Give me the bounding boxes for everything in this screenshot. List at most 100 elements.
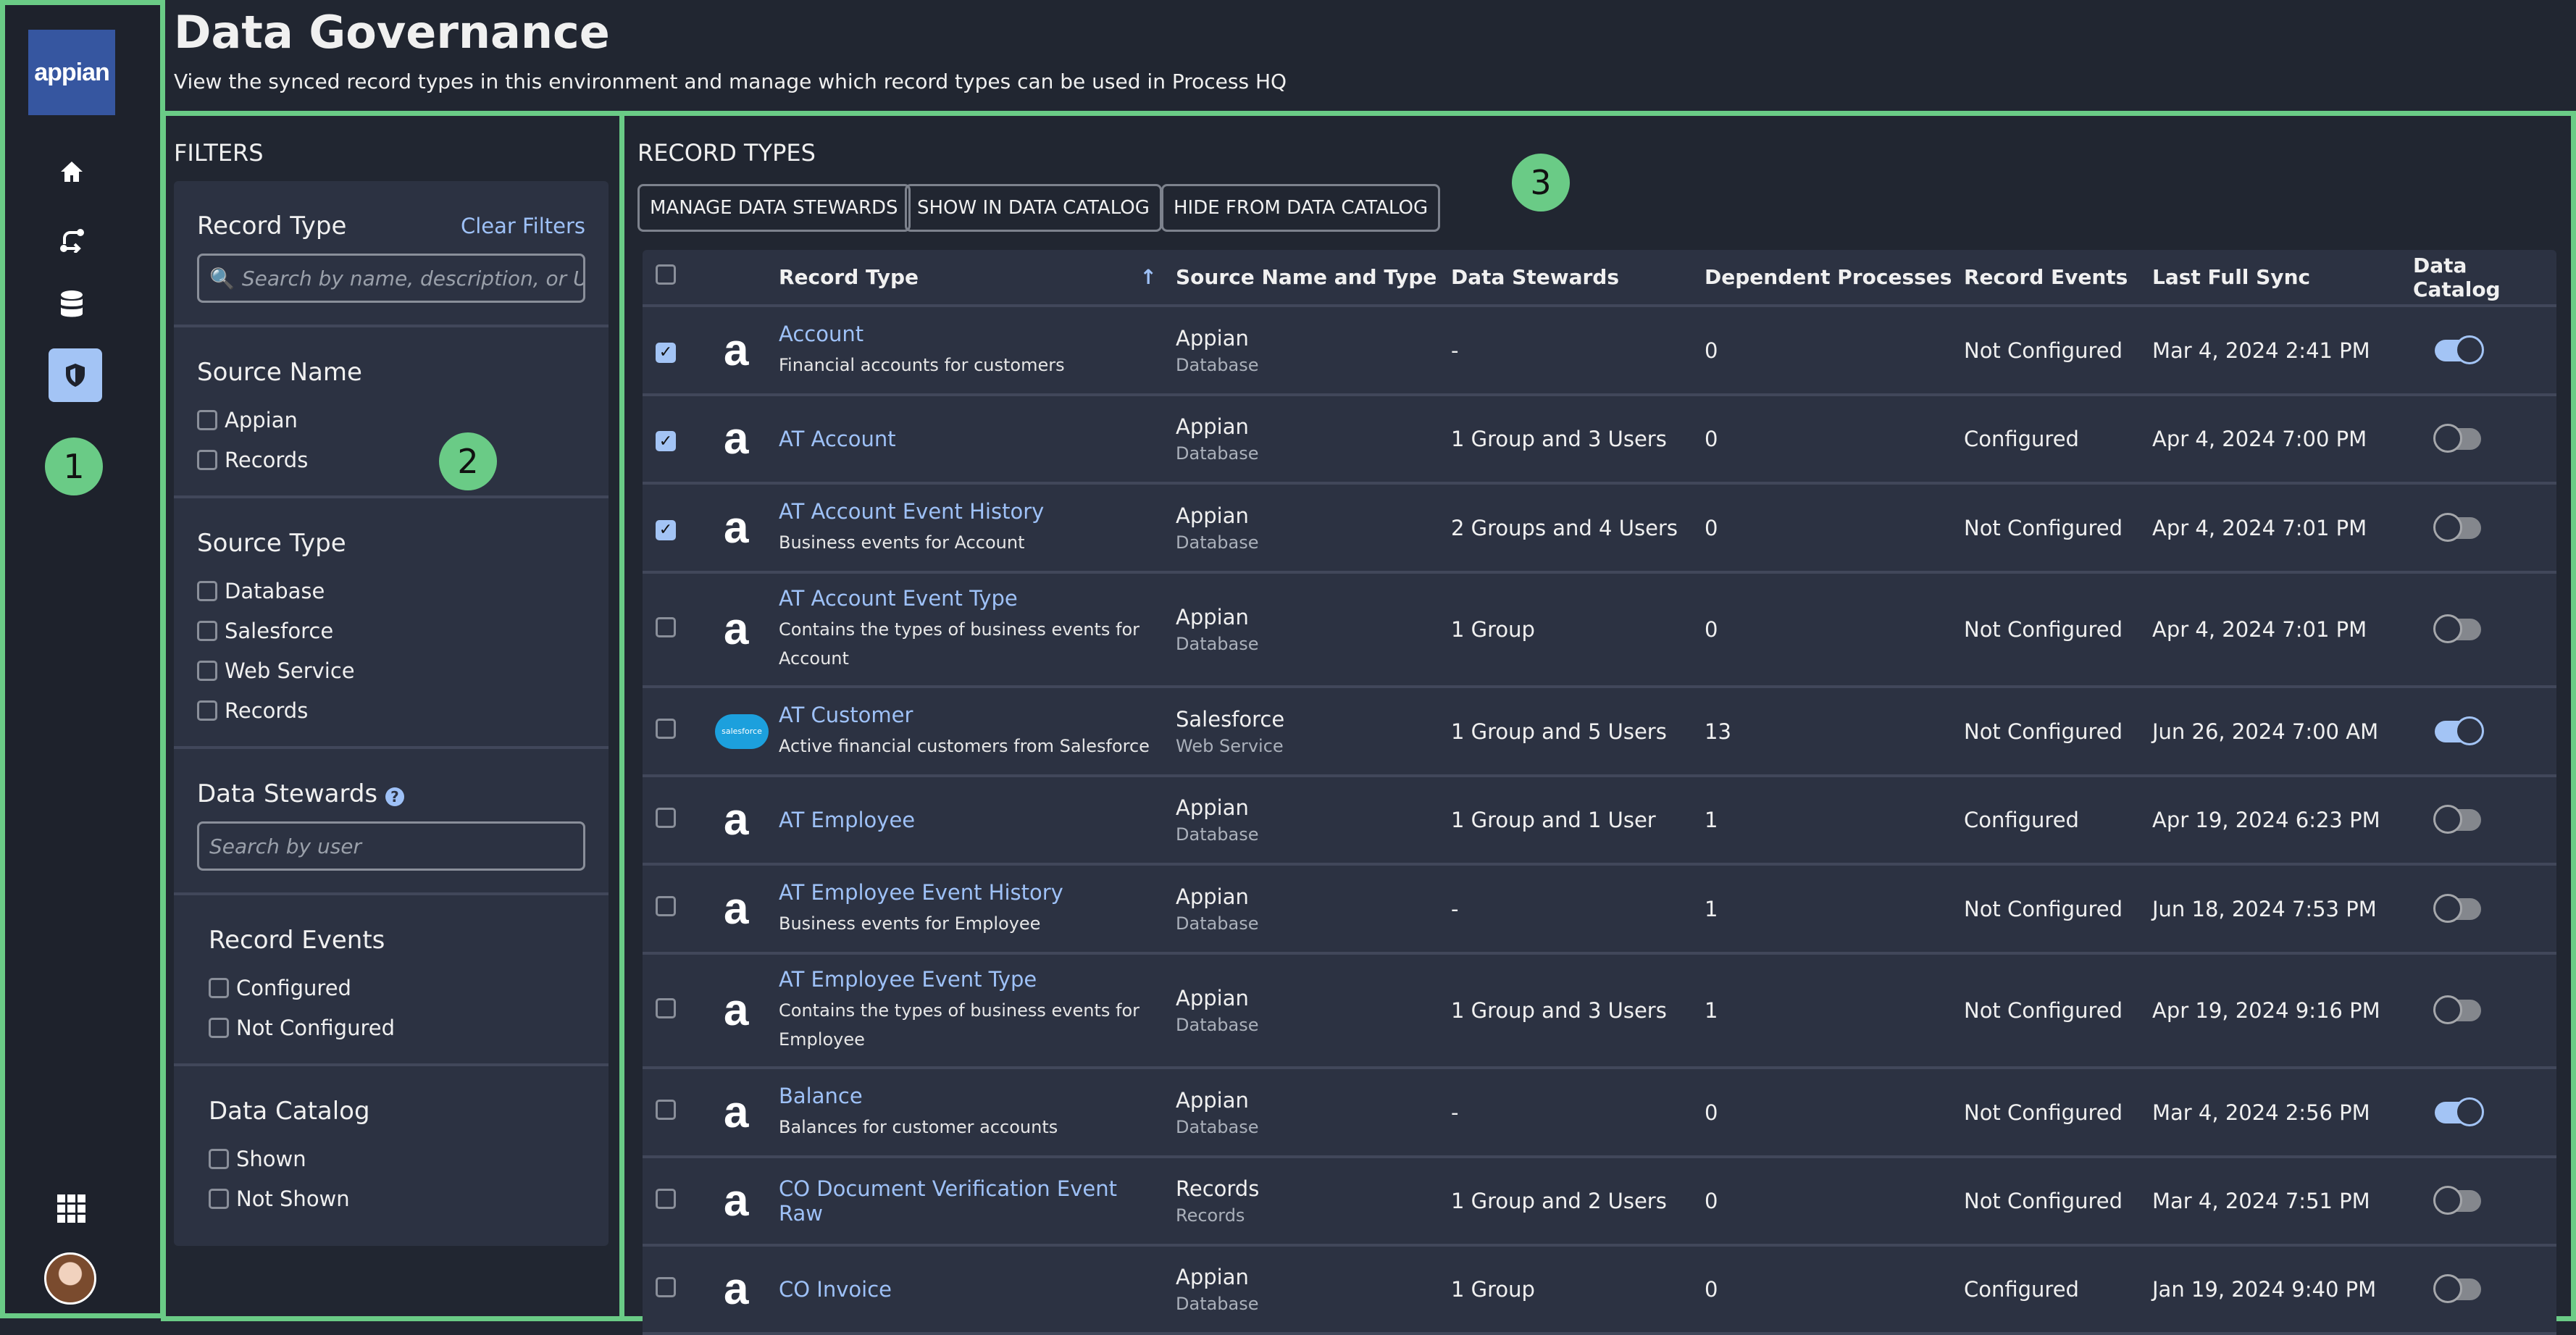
row-checkbox[interactable]: [656, 719, 676, 739]
user-avatar[interactable]: [44, 1252, 96, 1305]
record-type-link[interactable]: AT Account: [779, 427, 896, 451]
column-last-full-sync[interactable]: Last Full Sync: [2144, 265, 2404, 289]
column-record-type[interactable]: Record Type ↑: [770, 265, 1167, 289]
data-stewards-filter: Data Stewards ? Search by user: [174, 749, 609, 895]
record-type-link[interactable]: AT Account Event Type: [779, 586, 1018, 611]
checkbox[interactable]: [209, 977, 229, 998]
table-row[interactable]: ✓ a AT Account Event History Business eve…: [643, 485, 2556, 574]
source-type: Database: [1176, 1294, 1259, 1314]
last-full-sync: Apr 19, 2024 6:23 PM: [2152, 808, 2380, 832]
data-catalog-toggle[interactable]: [2435, 335, 2484, 364]
clear-filters-link[interactable]: Clear Filters: [461, 214, 585, 238]
table-row[interactable]: salesforce AT Customer Active financial c…: [643, 688, 2556, 777]
row-checkbox[interactable]: [656, 896, 676, 916]
manage-data-stewards-button[interactable]: MANAGE DATA STEWARDS: [637, 184, 911, 232]
row-checkbox[interactable]: [656, 616, 676, 637]
checkbox[interactable]: [197, 700, 217, 721]
record-type-search-input[interactable]: 🔍Search by name, description, or UUID: [197, 254, 585, 303]
source-name-option[interactable]: Appian: [197, 400, 585, 440]
record-type-link[interactable]: AT Employee: [779, 808, 915, 832]
option-label: Records: [225, 698, 309, 723]
record-type-link[interactable]: CO Invoice: [779, 1277, 892, 1302]
row-checkbox[interactable]: [656, 1100, 676, 1120]
database-icon[interactable]: [49, 281, 95, 327]
checkbox[interactable]: [209, 1188, 229, 1209]
source-name-option[interactable]: Records: [197, 440, 585, 480]
shield-icon[interactable]: [49, 348, 102, 402]
data-catalog-toggle[interactable]: [2433, 424, 2481, 453]
checkbox[interactable]: [209, 1148, 229, 1169]
data-catalog-toggle[interactable]: [2433, 1186, 2481, 1215]
home-icon[interactable]: [49, 148, 95, 195]
record-type-link[interactable]: AT Employee Event History: [779, 880, 1063, 905]
data-stewards: 1 Group and 5 Users: [1451, 719, 1667, 744]
table-row[interactable]: a Balance Balances for customer accounts …: [643, 1069, 2556, 1158]
checkbox[interactable]: [197, 660, 217, 681]
record-events: Not Configured: [1964, 338, 2123, 363]
dependent-processes: 0: [1705, 617, 1718, 642]
table-row[interactable]: a AT Employee Event History Business even…: [643, 866, 2556, 955]
row-checkbox[interactable]: ✓: [656, 342, 676, 363]
sort-ascending-icon[interactable]: ↑: [1140, 265, 1157, 289]
column-data-stewards[interactable]: Data Stewards: [1442, 265, 1696, 289]
data-catalog-option[interactable]: Shown: [209, 1139, 585, 1179]
source-type-option[interactable]: Database: [197, 571, 585, 611]
row-checkbox[interactable]: ✓: [656, 431, 676, 452]
source-type-option[interactable]: Records: [197, 690, 585, 730]
column-record-events[interactable]: Record Events: [1955, 265, 2144, 289]
row-checkbox[interactable]: [656, 1188, 676, 1209]
select-all-checkbox[interactable]: [656, 264, 676, 285]
data-catalog-option[interactable]: Not Shown: [209, 1179, 585, 1218]
data-catalog-toggle[interactable]: [2435, 1097, 2484, 1126]
record-type-link[interactable]: CO Document Verification Event Raw: [779, 1176, 1117, 1226]
source-type-option[interactable]: Web Service: [197, 650, 585, 690]
data-catalog-toggle[interactable]: [2433, 614, 2481, 643]
table-row[interactable]: ✓ a Account Financial accounts for custom…: [643, 307, 2556, 396]
row-checkbox[interactable]: [656, 997, 676, 1018]
source-name: Appian: [1176, 986, 1249, 1010]
data-catalog-toggle[interactable]: [2433, 995, 2481, 1024]
table-row[interactable]: a AT Employee Appian Database 1 Group and…: [643, 777, 2556, 866]
source-type: Database: [1176, 1015, 1259, 1035]
checkbox[interactable]: [197, 449, 217, 470]
checkbox[interactable]: [209, 1017, 229, 1038]
data-catalog-label: Data Catalog: [209, 1097, 370, 1126]
hide-from-data-catalog-button[interactable]: HIDE FROM DATA CATALOG: [1161, 184, 1441, 232]
record-events-option[interactable]: Not Configured: [209, 1008, 585, 1047]
option-label: Configured: [236, 975, 351, 1000]
table-row[interactable]: a AT Employee Event Type Contains the typ…: [643, 955, 2556, 1069]
data-catalog-toggle[interactable]: [2433, 512, 2481, 542]
row-checkbox[interactable]: ✓: [656, 519, 676, 540]
record-type-link[interactable]: Balance: [779, 1084, 863, 1108]
column-dependent-processes[interactable]: Dependent Processes: [1696, 265, 1955, 289]
record-type-link[interactable]: AT Customer: [779, 703, 913, 727]
table-row[interactable]: a CO Document Verification Event Raw Rec…: [643, 1158, 2556, 1247]
show-in-data-catalog-button[interactable]: SHOW IN DATA CATALOG: [905, 184, 1162, 232]
row-checkbox[interactable]: [656, 807, 676, 828]
data-catalog-toggle[interactable]: [2433, 1274, 2481, 1303]
record-type-link[interactable]: AT Employee Event Type: [779, 967, 1037, 992]
apps-grid-icon[interactable]: [49, 1186, 95, 1232]
column-data-catalog[interactable]: Data Catalog: [2404, 254, 2556, 301]
column-source[interactable]: Source Name and Type: [1167, 265, 1442, 289]
table-row[interactable]: a CO Invoice Appian Database 1 Group 0 Co…: [643, 1247, 2556, 1335]
record-events: Not Configured: [1964, 1100, 2123, 1125]
row-checkbox[interactable]: [656, 1276, 676, 1297]
data-catalog-toggle[interactable]: [2433, 893, 2481, 923]
appian-logo[interactable]: appian: [28, 30, 115, 115]
checkbox[interactable]: [197, 580, 217, 601]
source-type-option[interactable]: Salesforce: [197, 611, 585, 650]
source-type: Database: [1176, 1116, 1259, 1137]
record-type-link[interactable]: AT Account Event History: [779, 499, 1044, 524]
data-catalog-toggle[interactable]: [2433, 805, 2481, 834]
record-events-option[interactable]: Configured: [209, 968, 585, 1008]
data-stewards-search-input[interactable]: Search by user: [197, 821, 585, 871]
help-icon[interactable]: ?: [385, 787, 404, 806]
record-type-link[interactable]: Account: [779, 322, 863, 346]
table-row[interactable]: ✓ a AT Account Appian Database 1 Group an…: [643, 396, 2556, 485]
table-row[interactable]: a AT Account Event Type Contains the type…: [643, 574, 2556, 688]
data-catalog-toggle[interactable]: [2435, 716, 2484, 745]
process-flow-icon[interactable]: [49, 217, 95, 263]
checkbox[interactable]: [197, 409, 217, 430]
checkbox[interactable]: [197, 620, 217, 641]
